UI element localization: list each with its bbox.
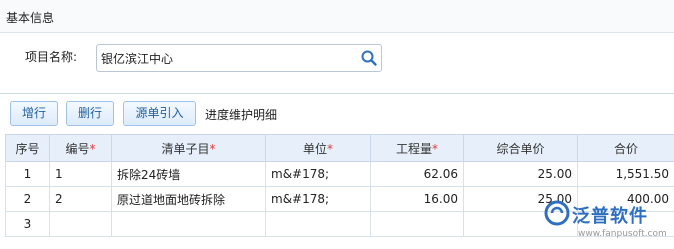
column-header-total[interactable]: 合价 <box>577 134 674 162</box>
table-row[interactable]: 1 1 拆除24砖墙 m&#178; 62.06 25.00 1,551.50 <box>5 161 674 187</box>
cell-unit[interactable] <box>265 211 371 237</box>
table-row[interactable]: 2 2 原过道地面地砖拆除 m&#178; 16.00 25.00 400.00 <box>5 186 674 212</box>
cell-unit-price[interactable] <box>463 211 578 237</box>
cell-quantity[interactable]: 62.06 <box>370 161 464 187</box>
column-header-quantity[interactable]: 工程量* <box>370 134 464 162</box>
column-header-unit[interactable]: 单位* <box>265 134 371 162</box>
column-header-label: 单位 <box>302 141 327 156</box>
column-header-code[interactable]: 编号* <box>49 134 112 162</box>
progress-detail-table: 序号 编号* 清单子目* 单位* 工程量* 综合单价 合价 1 1 拆除24砖墙… <box>5 134 674 237</box>
project-name-input[interactable] <box>101 47 351 69</box>
cell-index: 3 <box>5 211 50 237</box>
cell-item[interactable]: 拆除24砖墙 <box>111 161 266 187</box>
cell-index: 2 <box>5 186 50 212</box>
column-header-unit-price[interactable]: 综合单价 <box>463 134 578 162</box>
detail-toolbar: 增行 删行 源单引入 进度维护明细 <box>0 93 674 133</box>
project-name-label: 项目名称: <box>25 50 78 64</box>
add-row-button[interactable]: 增行 <box>10 101 58 126</box>
cell-unit-price[interactable]: 25.00 <box>463 186 578 212</box>
search-icon[interactable] <box>360 49 378 67</box>
required-mark: * <box>209 141 216 156</box>
required-mark: * <box>89 141 96 156</box>
cell-total: 400.00 <box>577 186 674 212</box>
required-mark: * <box>327 141 333 156</box>
column-header-label: 序号 <box>15 141 40 156</box>
cell-total <box>577 211 674 237</box>
cell-index: 1 <box>5 161 50 187</box>
column-header-label: 清单子目 <box>161 141 210 156</box>
cell-item[interactable] <box>111 211 266 237</box>
toolbar-title: 进度维护明细 <box>205 108 278 122</box>
cell-unit[interactable]: m&#178; <box>265 161 371 187</box>
column-header-index[interactable]: 序号 <box>5 134 50 162</box>
cell-total: 1,551.50 <box>577 161 674 187</box>
column-header-label: 合价 <box>613 141 638 156</box>
cell-quantity[interactable]: 16.00 <box>370 186 464 212</box>
column-header-label: 编号 <box>65 141 90 156</box>
basic-info-header: 基本信息 <box>0 0 674 33</box>
cell-code[interactable] <box>49 211 112 237</box>
cell-unit-price[interactable]: 25.00 <box>463 161 578 187</box>
column-header-label: 综合单价 <box>496 141 545 156</box>
import-source-button[interactable]: 源单引入 <box>123 101 196 126</box>
table-header-row: 序号 编号* 清单子目* 单位* 工程量* 综合单价 合价 <box>5 134 674 162</box>
section-title: 基本信息 <box>6 11 55 25</box>
column-header-item[interactable]: 清单子目* <box>111 134 266 162</box>
column-header-label: 工程量 <box>395 141 432 156</box>
cell-quantity[interactable] <box>370 211 464 237</box>
cell-item[interactable]: 原过道地面地砖拆除 <box>111 186 266 212</box>
cell-unit[interactable]: m&#178; <box>265 186 371 212</box>
delete-row-button[interactable]: 删行 <box>66 101 114 126</box>
required-mark: * <box>432 141 438 156</box>
project-name-field[interactable] <box>96 44 382 72</box>
cell-code[interactable]: 2 <box>49 186 112 212</box>
cell-code[interactable]: 1 <box>49 161 112 187</box>
table-row[interactable]: 3 <box>5 211 674 237</box>
